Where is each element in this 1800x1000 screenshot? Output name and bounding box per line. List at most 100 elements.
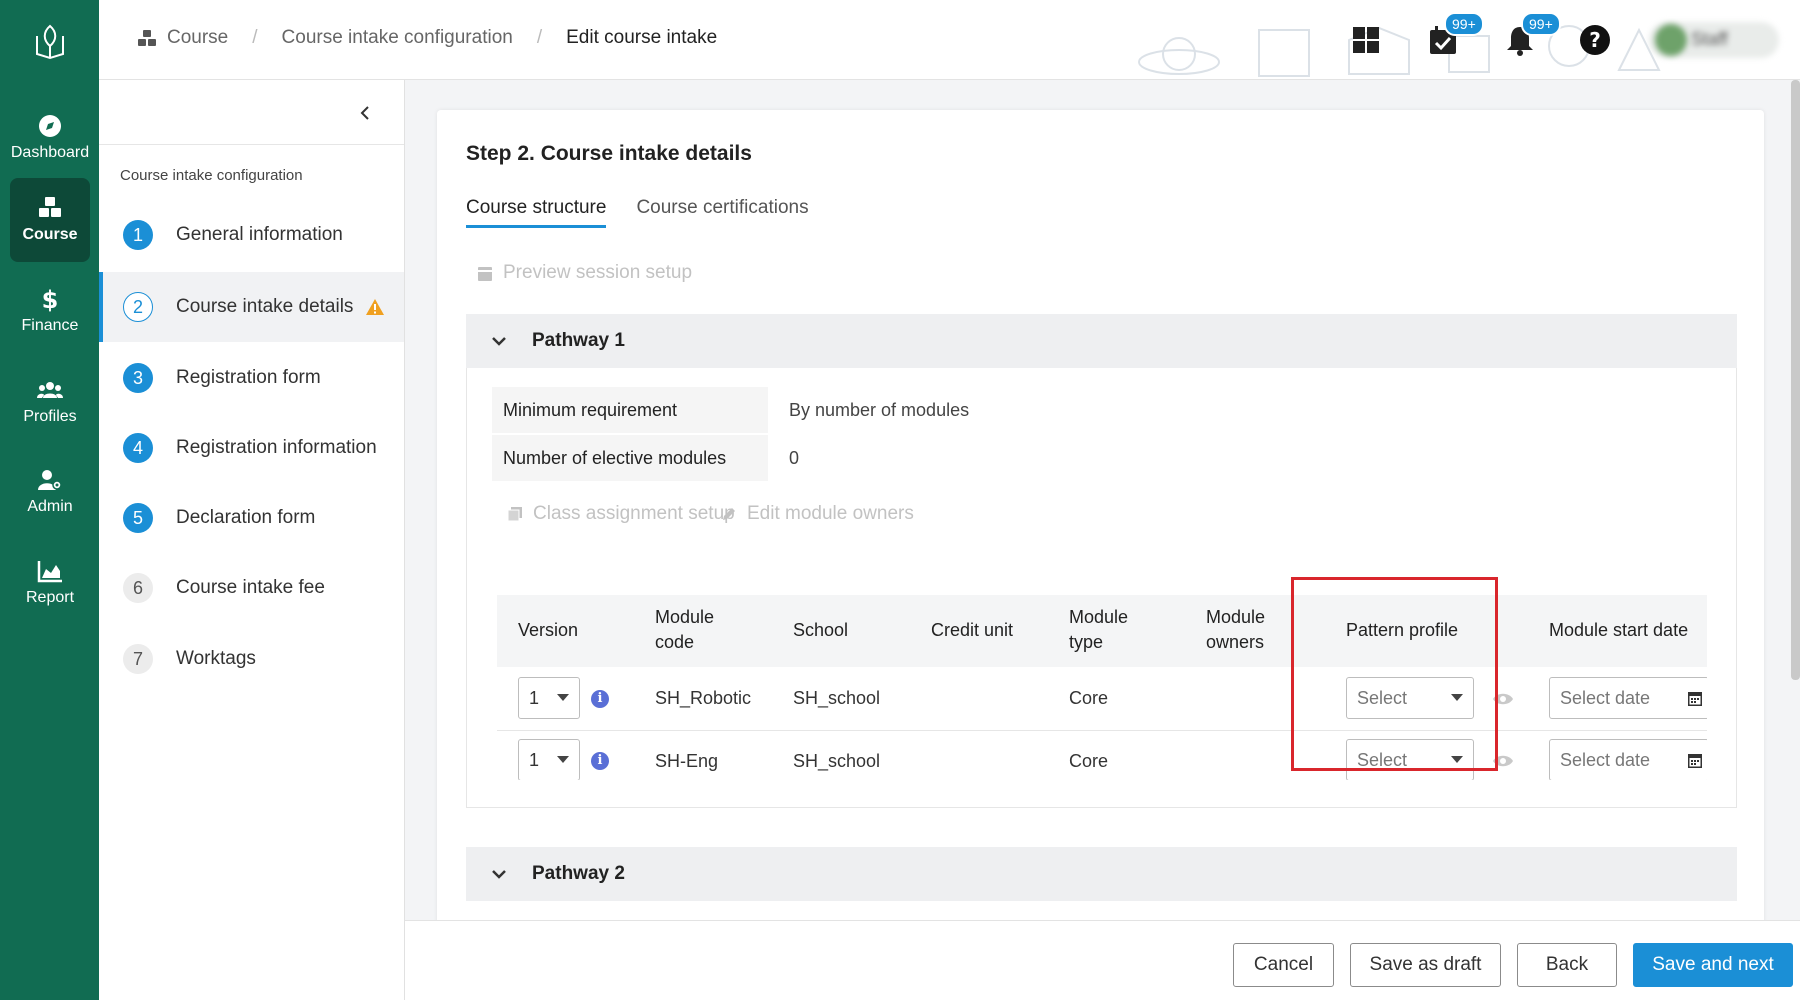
table-row: 1 i SH_Robotic SH_school Core Select Sel…	[497, 667, 1707, 731]
step-worktags[interactable]: 7 Worktags	[99, 624, 404, 694]
nav-item-finance[interactable]: $ Finance	[10, 269, 90, 353]
info-icon[interactable]: i	[591, 752, 609, 770]
info-icon[interactable]: i	[591, 690, 609, 708]
vertical-scrollbar[interactable]	[1791, 80, 1800, 680]
table-header: Version Module code School Credit unit M…	[497, 595, 1707, 667]
column-header-module-start-date: Module start date	[1549, 620, 1689, 640]
nav-label-profiles: Profiles	[23, 408, 77, 425]
cancel-button[interactable]: Cancel	[1233, 943, 1334, 987]
copy-icon	[507, 507, 522, 522]
step-number: 2	[123, 292, 153, 322]
nav-item-report[interactable]: Report	[10, 541, 90, 625]
step-number: 1	[123, 220, 153, 250]
course-intake-details-card: Step 2. Course intake details Course str…	[437, 110, 1764, 940]
pencil-icon	[723, 508, 735, 520]
breadcrumb-separator: /	[536, 27, 543, 48]
module-start-date-picker[interactable]: Select date	[1549, 677, 1707, 719]
steps-section-title: Course intake configuration	[120, 167, 303, 184]
minimum-requirement-label: Minimum requirement	[492, 387, 768, 433]
pathway-1-header[interactable]: Pathway 1	[466, 314, 1737, 368]
caret-down-icon	[557, 756, 569, 763]
column-header-module-owners: Module owners	[1206, 607, 1266, 652]
step-label: Declaration form	[176, 507, 316, 528]
elective-modules-row: Number of elective modules 0	[492, 435, 799, 481]
column-header-school: School	[793, 620, 849, 640]
breadcrumb-course[interactable]: Course	[167, 27, 228, 49]
version-value: 1	[529, 687, 540, 708]
pathway-1-body: Minimum requirement By number of modules…	[466, 368, 1737, 808]
column-header-module-type: Module type	[1069, 607, 1129, 652]
step-label: General information	[176, 224, 343, 245]
leaf-book-logo-icon[interactable]	[33, 22, 67, 62]
apps-grid-icon[interactable]	[1348, 22, 1384, 58]
compass-icon	[39, 115, 61, 137]
nav-label-course: Course	[22, 226, 78, 243]
elective-modules-label: Number of elective modules	[492, 435, 768, 481]
nav-label-dashboard: Dashboard	[10, 144, 90, 161]
pathway-1-title: Pathway 1	[532, 330, 625, 351]
school-cell: SH_school	[793, 688, 881, 708]
area-chart-icon	[37, 561, 62, 583]
page-title: Step 2. Course intake details	[466, 142, 752, 165]
step-number: 3	[123, 363, 153, 393]
top-bar: Course / Course intake configuration / E…	[99, 0, 1800, 80]
module-code-cell: SH-Eng	[655, 751, 719, 771]
tabs: Course structure Course certifications	[466, 197, 839, 228]
pathway-1-section: Pathway 1 Minimum requirement By number …	[466, 314, 1737, 808]
cubes-icon	[138, 30, 156, 46]
user-gear-icon	[38, 470, 62, 490]
nav-item-dashboard[interactable]: Dashboard	[10, 96, 90, 180]
class-assignment-setup-link[interactable]: Class assignment setup	[507, 503, 735, 525]
steps-panel: Course intake configuration 1 General in…	[99, 80, 405, 1000]
chevron-left-icon[interactable]	[355, 103, 375, 123]
nav-label-report: Report	[25, 589, 75, 606]
tab-course-structure[interactable]: Course structure	[466, 197, 607, 228]
nav-label-finance: Finance	[21, 317, 79, 334]
module-type-cell: Core	[1069, 751, 1109, 771]
step-course-intake-fee[interactable]: 6 Course intake fee	[99, 553, 404, 623]
chevron-down-icon	[492, 870, 506, 879]
save-as-draft-button[interactable]: Save as draft	[1350, 943, 1501, 987]
breadcrumb-course-intake-configuration[interactable]: Course intake configuration	[282, 27, 513, 49]
left-navigation: Dashboard Course $ Finance Profiles Admi…	[0, 0, 99, 1000]
back-button[interactable]: Back	[1517, 943, 1617, 987]
user-name: Staff	[1691, 29, 1728, 49]
edit-module-owners-link[interactable]: Edit module owners	[721, 503, 914, 525]
calendar-icon	[478, 267, 492, 281]
module-type-cell: Core	[1069, 688, 1109, 708]
nav-item-admin[interactable]: Admin	[10, 450, 90, 534]
nav-item-course[interactable]: Course	[10, 178, 90, 262]
calendar-icon[interactable]	[1686, 689, 1704, 707]
divider	[99, 144, 404, 145]
pathway-2-header[interactable]: Pathway 2	[466, 847, 1737, 901]
step-registration-form[interactable]: 3 Registration form	[99, 343, 404, 413]
help-icon[interactable]: ?	[1577, 22, 1613, 58]
step-label: Worktags	[176, 648, 256, 669]
class-assignment-setup-label: Class assignment setup	[533, 503, 735, 524]
step-registration-information[interactable]: 4 Registration information	[99, 413, 404, 483]
calendar-icon[interactable]	[1686, 751, 1704, 769]
breadcrumb-edit-course-intake: Edit course intake	[566, 27, 718, 48]
module-start-date-picker[interactable]: Select date	[1549, 739, 1707, 780]
step-declaration-form[interactable]: 5 Declaration form	[99, 483, 404, 553]
nav-item-profiles[interactable]: Profiles	[10, 360, 90, 444]
version-value: 1	[529, 749, 540, 770]
chevron-down-icon	[492, 337, 506, 346]
column-header-version: Version	[518, 620, 579, 640]
users-icon	[37, 382, 63, 398]
caret-down-icon	[557, 694, 569, 701]
school-cell: SH_school	[793, 751, 881, 771]
version-select[interactable]: 1	[518, 677, 580, 719]
module-code-cell: SH_Robotic	[655, 688, 752, 708]
step-course-intake-details[interactable]: 2 Course intake details	[99, 272, 404, 342]
start-date-placeholder: Select date	[1560, 749, 1651, 770]
step-general-information[interactable]: 1 General information	[99, 200, 404, 270]
step-label: Course intake fee	[176, 577, 325, 598]
step-number: 5	[123, 503, 153, 533]
footer-actions: Cancel Save as draft Back Save and next	[405, 920, 1800, 1000]
avatar	[1655, 24, 1687, 56]
save-and-next-button[interactable]: Save and next	[1633, 943, 1793, 987]
preview-session-setup-link[interactable]: Preview session setup	[477, 262, 692, 284]
version-select[interactable]: 1	[518, 739, 580, 780]
tab-course-certifications[interactable]: Course certifications	[636, 197, 808, 228]
